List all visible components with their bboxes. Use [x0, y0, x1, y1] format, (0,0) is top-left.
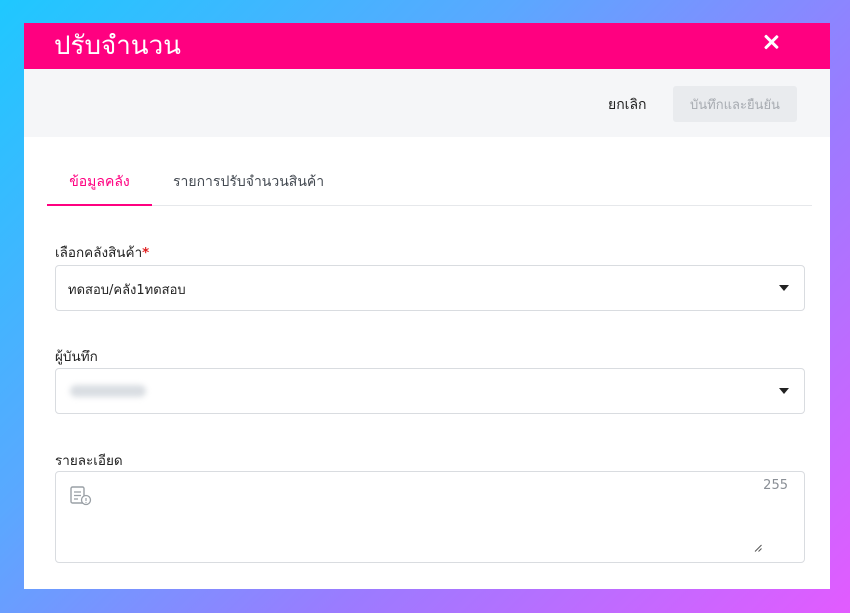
warehouse-select[interactable]: ทดสอบ/คลัง1ทดสอบ	[55, 265, 805, 311]
resize-handle-icon[interactable]	[754, 544, 762, 552]
adjust-quantity-modal: ปรับจำนวน ยกเลิก บันทึกและยืนยัน ข้อมูลค…	[24, 23, 830, 589]
warehouse-select-value: ทดสอบ/คลัง1ทดสอบ	[68, 283, 186, 298]
recorder-label: ผู้บันทึก	[55, 349, 98, 365]
modal-title: ปรับจำนวน	[54, 31, 181, 61]
char-count: 255	[763, 478, 788, 493]
details-label: รายละเอียด	[55, 453, 123, 469]
details-field: 255	[55, 471, 805, 563]
tab-bar: ข้อมูลคลัง รายการปรับจำนวนสินค้า	[47, 161, 812, 206]
tab-adjustment-items[interactable]: รายการปรับจำนวนสินค้า	[173, 161, 324, 204]
tab-warehouse-info[interactable]: ข้อมูลคลัง	[47, 161, 152, 206]
caret-down-icon	[779, 285, 789, 291]
recorder-value-redacted	[70, 385, 146, 397]
save-and-confirm-button[interactable]: บันทึกและยืนยัน	[673, 86, 797, 122]
details-textarea[interactable]	[98, 482, 762, 554]
caret-down-icon	[779, 388, 789, 394]
modal-header: ปรับจำนวน	[24, 23, 830, 69]
warehouse-label-text: เลือกคลังสินค้า	[55, 245, 143, 261]
close-icon[interactable]	[760, 31, 782, 53]
note-icon	[70, 486, 92, 506]
action-bar: ยกเลิก บันทึกและยืนยัน	[24, 69, 830, 137]
cancel-button[interactable]: ยกเลิก	[608, 94, 647, 116]
recorder-select[interactable]	[55, 368, 805, 414]
required-mark: *	[142, 245, 150, 261]
warehouse-label: เลือกคลังสินค้า*	[55, 241, 149, 263]
